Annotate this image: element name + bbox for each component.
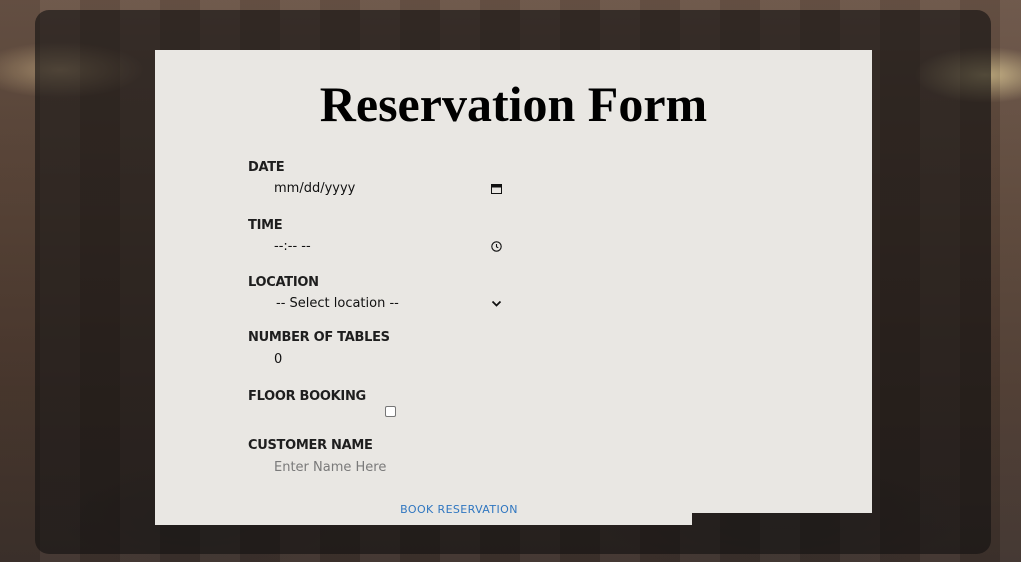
location-selected-value: -- Select location -- <box>276 295 399 311</box>
clock-icon[interactable] <box>490 240 502 252</box>
calendar-icon[interactable] <box>490 182 502 194</box>
floor-booking-label: FLOOR BOOKING <box>248 389 366 404</box>
chevron-down-icon <box>490 297 502 309</box>
location-select[interactable]: -- Select location -- <box>266 294 506 312</box>
book-reservation-button[interactable]: BOOK RESERVATION <box>380 502 538 518</box>
page-title: Reservation Form <box>319 76 708 132</box>
date-label: DATE <box>248 160 285 175</box>
floor-booking-checkbox[interactable] <box>385 406 396 417</box>
time-value: --:-- -- <box>274 238 311 254</box>
customer-name-input[interactable]: Enter Name Here <box>266 458 506 476</box>
location-label: LOCATION <box>248 275 319 290</box>
time-input[interactable]: --:-- -- <box>266 237 506 255</box>
tables-number-input[interactable]: 0 <box>266 350 506 368</box>
customer-name-label: CUSTOMER NAME <box>248 438 373 453</box>
customer-name-placeholder: Enter Name Here <box>274 459 387 475</box>
date-input[interactable]: mm/dd/yyyy <box>266 179 506 197</box>
tables-label: NUMBER OF TABLES <box>248 330 390 345</box>
tables-value: 0 <box>274 351 283 367</box>
date-value: mm/dd/yyyy <box>274 180 356 196</box>
time-label: TIME <box>248 218 283 233</box>
